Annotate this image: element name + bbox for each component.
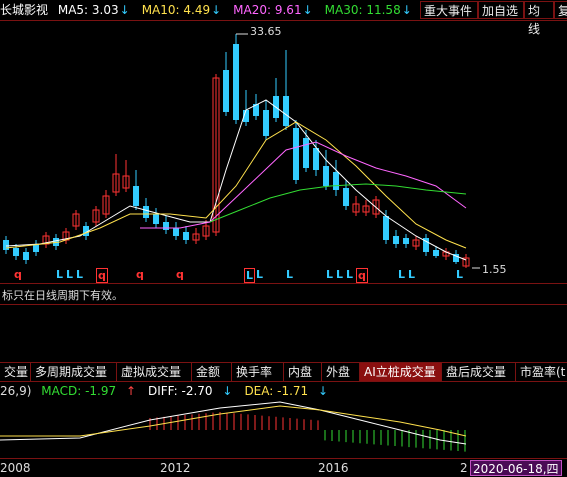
candle-body — [323, 166, 329, 186]
buy-signal-marker: L — [336, 268, 344, 281]
sell-signal-marker: q — [136, 268, 144, 281]
indicator-tab[interactable]: 多周期成交量 — [31, 363, 117, 381]
down-arrow-icon: ↓ — [222, 384, 233, 398]
indicator-tab[interactable]: 换手率 — [232, 363, 284, 381]
macd-legend-item: DIFF: -2.70 ↓ — [148, 384, 238, 398]
candle-body — [3, 240, 9, 250]
buy-signal-marker: L — [456, 268, 464, 281]
dea-line — [0, 405, 467, 437]
candle-body — [283, 96, 289, 126]
candle-body — [183, 232, 189, 240]
buy-signal-marker: L — [326, 268, 334, 281]
macd-legend-item: MACD: -1.97 ↑ — [41, 384, 142, 398]
indicator-tab[interactable]: 交量 — [0, 363, 31, 381]
candle-body — [313, 148, 319, 170]
candle-body — [13, 248, 19, 256]
indicator-tab[interactable]: 盘后成交量 — [442, 363, 516, 381]
indicator-tab[interactable]: 金额 — [192, 363, 232, 381]
buy-signal-marker: L — [56, 268, 64, 281]
candle-body — [433, 250, 439, 256]
indicator-tab[interactable]: 虚拟成交量 — [117, 363, 192, 381]
buy-signal-marker: L — [244, 268, 256, 283]
sell-signal-marker: q — [96, 268, 108, 283]
down-arrow-icon: ↓ — [317, 384, 329, 398]
candle-body — [133, 186, 139, 206]
indicator-tab[interactable]: 内盘 — [284, 363, 322, 381]
candle-body — [153, 214, 159, 224]
sell-signal-marker: q — [356, 268, 368, 283]
sell-signal-marker: q — [176, 268, 184, 281]
macd-value: MACD: -1.97 — [41, 384, 120, 398]
candle-body — [173, 228, 179, 236]
year-label: 2 — [460, 461, 468, 475]
divider — [0, 458, 567, 459]
macd-legend: 26,9) MACD: -1.97 ↑ DIFF: -2.70 ↓ DEA: -1.… — [0, 384, 346, 398]
candle-body — [303, 138, 309, 168]
candle-body — [263, 110, 269, 136]
macd-legend-item: DEA: -1.71 ↓ — [244, 384, 334, 398]
indicator-tab[interactable]: 外盘 — [322, 363, 360, 381]
buy-signal-marker: L — [286, 268, 294, 281]
candle-body — [23, 252, 29, 260]
sell-signal-marker: q — [14, 268, 22, 281]
year-label: 2008 — [0, 461, 31, 475]
indicator-tab-bar: 交量 多周期成交量 虚拟成交量 金额 换手率 内盘 外盘 AI立桩成交量 盘后成交量 市盈率(t — [0, 362, 567, 382]
candle-body — [143, 206, 149, 218]
macd-value: DEA: -1.71 — [244, 384, 312, 398]
macd-value: DIFF: -2.70 — [148, 384, 217, 398]
up-arrow-icon: ↑ — [125, 384, 136, 398]
divider — [0, 304, 567, 305]
indicator-tab[interactable]: 市盈率(t — [516, 363, 567, 381]
divider — [0, 283, 567, 284]
candle-body — [333, 172, 339, 190]
buy-signal-marker: L — [76, 268, 84, 281]
candle-body — [233, 44, 239, 120]
cursor-date-badge: 2020-06-18,四 — [470, 460, 562, 476]
year-label: 2012 — [160, 461, 191, 475]
buy-signal-marker: L — [346, 268, 354, 281]
high-price-label: 33.65 — [250, 25, 282, 38]
candle-body — [223, 70, 229, 112]
candle-body — [163, 222, 169, 230]
diff-line — [0, 401, 467, 445]
buy-signal-marker: L — [408, 268, 416, 281]
candle-body — [343, 188, 349, 206]
buy-signal-marker: L — [256, 268, 264, 281]
indicator-tab[interactable]: AI立桩成交量 — [360, 363, 442, 381]
candlestick-chart[interactable] — [0, 0, 567, 477]
macd-params: 26,9) — [0, 384, 32, 398]
buy-signal-marker: L — [398, 268, 406, 281]
year-label: 2016 — [318, 461, 349, 475]
candle-body — [393, 236, 399, 244]
candle-body — [383, 216, 389, 240]
candle-body — [293, 128, 299, 180]
period-note: 标只在日线周期下有效。 — [2, 289, 123, 302]
low-price-label: 1.55 — [482, 263, 507, 276]
candle-body — [403, 238, 409, 244]
buy-signal-marker: L — [66, 268, 74, 281]
